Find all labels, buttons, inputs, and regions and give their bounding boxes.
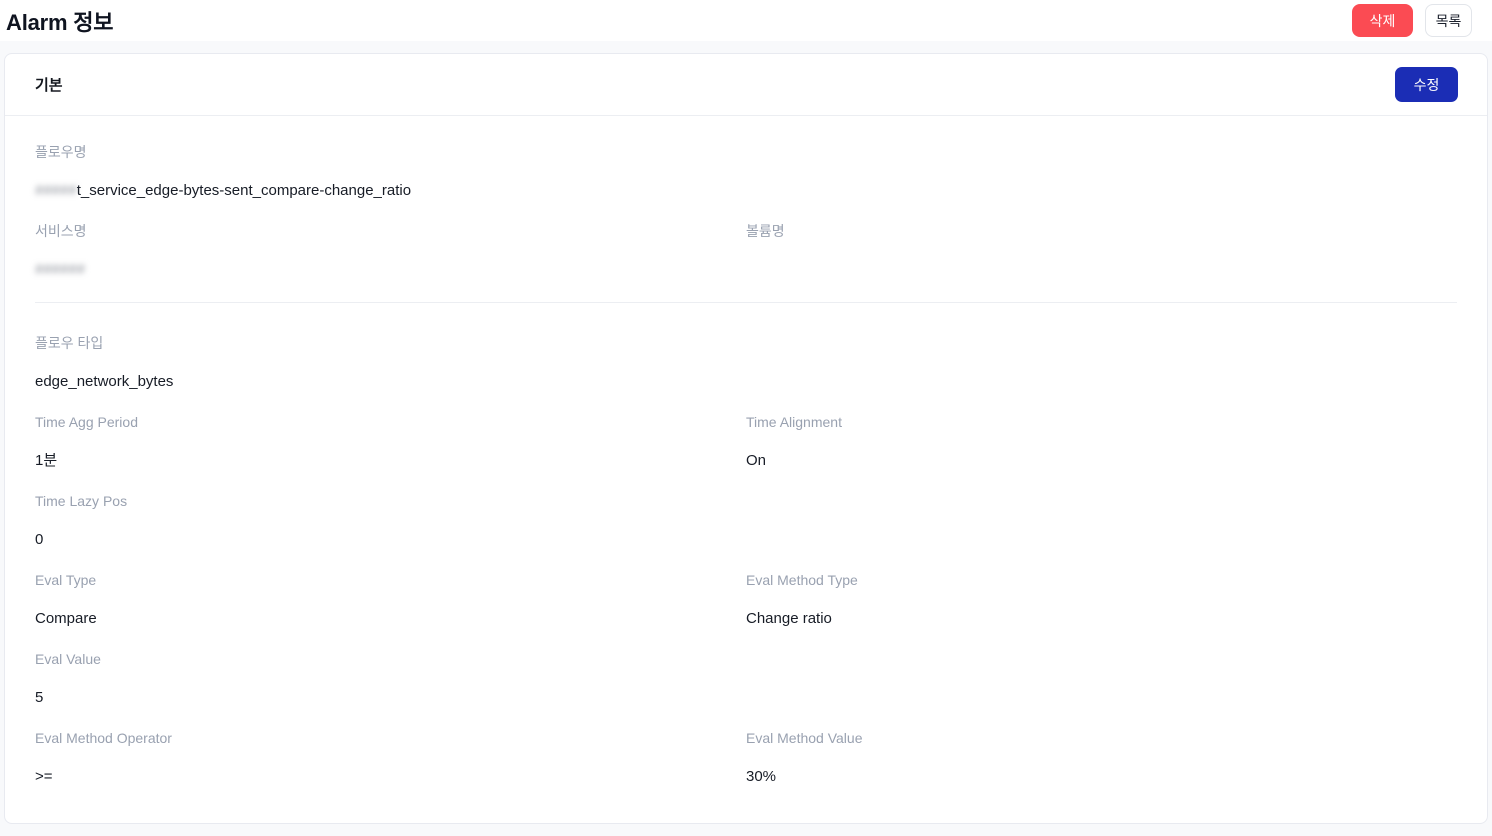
content-area: 기본 수정 플로우명 #####t_service_edge-bytes-sen…: [0, 41, 1492, 836]
time-agg-period-label: Time Agg Period: [35, 414, 138, 430]
flow-name-value: #####t_service_edge-bytes-sent_compare-c…: [35, 183, 1457, 199]
field-eval-method-type: Eval Method Type Change ratio: [746, 572, 1457, 627]
time-agg-period-value: 1분: [35, 452, 58, 469]
field-volume-name: 볼륨명: [746, 223, 1457, 278]
time-alignment-value: On: [746, 452, 767, 469]
eval-method-operator-value: >=: [35, 768, 53, 785]
flow-type-label: 플로우 타입: [35, 335, 104, 351]
delete-button[interactable]: 삭제: [1352, 4, 1413, 37]
eval-method-operator-label: Eval Method Operator: [35, 730, 172, 746]
eval-value-value: 5: [35, 689, 44, 706]
field-grid-top: 플로우명 #####t_service_edge-bytes-sent_comp…: [35, 144, 1457, 302]
field-eval-method-value: Eval Method Value 30%: [746, 730, 1457, 785]
flow-name-label: 플로우명: [35, 144, 87, 160]
eval-method-value-label: Eval Method Value: [746, 730, 863, 746]
volume-name-value: [746, 262, 1457, 278]
top-header-bar: Alarm 정보 삭제 목록: [0, 0, 1492, 41]
edit-button[interactable]: 수정: [1395, 67, 1458, 102]
eval-method-type-label: Eval Method Type: [746, 572, 858, 588]
field-eval-type: Eval Type Compare: [35, 572, 746, 627]
redacted-text: #####: [35, 182, 77, 199]
field-time-agg-period: Time Agg Period 1분: [35, 414, 746, 469]
field-time-lazy-pos: Time Lazy Pos 0: [35, 493, 1457, 548]
flow-name-visible-text: t_service_edge-bytes-sent_compare-change…: [76, 182, 412, 199]
time-lazy-pos-value: 0: [35, 531, 44, 548]
field-grid-bottom: 플로우 타입 edge_network_bytes Time Agg Perio…: [35, 335, 1457, 809]
eval-type-value: Compare: [35, 610, 97, 627]
basic-info-card: 기본 수정 플로우명 #####t_service_edge-bytes-sen…: [4, 53, 1488, 824]
eval-value-label: Eval Value: [35, 651, 101, 667]
field-time-alignment: Time Alignment On: [746, 414, 1457, 469]
page-title: Alarm 정보: [6, 9, 114, 35]
field-service-name: 서비스명 ######: [35, 223, 746, 278]
time-lazy-pos-label: Time Lazy Pos: [35, 493, 128, 509]
card-title: 기본: [35, 77, 63, 94]
service-name-value: ######: [35, 262, 746, 278]
redacted-text: ######: [35, 261, 86, 278]
list-button[interactable]: 목록: [1425, 4, 1472, 37]
flow-type-value: edge_network_bytes: [35, 373, 174, 390]
field-flow-name: 플로우명 #####t_service_edge-bytes-sent_comp…: [35, 144, 1457, 199]
volume-name-label: 볼륨명: [746, 223, 785, 239]
eval-method-type-value: Change ratio: [746, 610, 832, 627]
section-divider: [35, 302, 1457, 303]
time-alignment-label: Time Alignment: [746, 414, 842, 430]
card-header: 기본 수정: [5, 54, 1487, 116]
service-name-label: 서비스명: [35, 223, 87, 239]
field-eval-method-operator: Eval Method Operator >=: [35, 730, 746, 785]
eval-method-value-value: 30%: [746, 768, 777, 785]
card-body: 플로우명 #####t_service_edge-bytes-sent_comp…: [5, 116, 1487, 809]
top-actions: 삭제 목록: [1352, 4, 1472, 37]
field-eval-value: Eval Value 5: [35, 651, 1457, 706]
field-flow-type: 플로우 타입 edge_network_bytes: [35, 335, 1457, 390]
eval-type-label: Eval Type: [35, 572, 97, 588]
